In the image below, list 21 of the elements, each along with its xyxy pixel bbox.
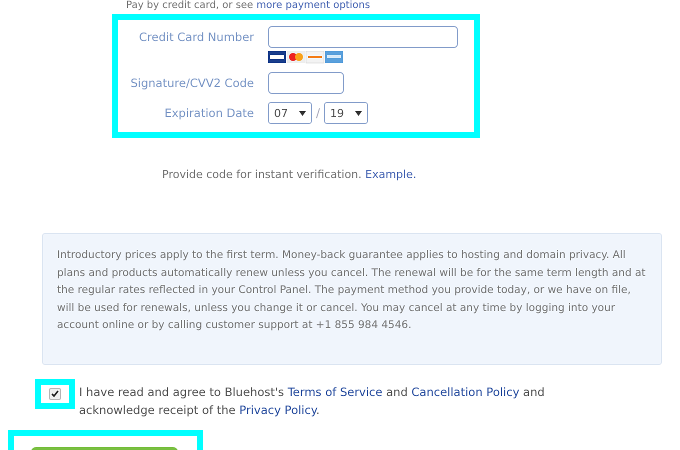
- payment-options-link[interactable]: more payment options: [256, 0, 370, 11]
- month-select[interactable]: 07: [268, 102, 312, 124]
- input-field[interactable]: [268, 72, 344, 94]
- payment-intro-text: Pay by credit card, or see more payment options: [126, 0, 372, 12]
- field-label: Signature/CVV2 Code: [129, 75, 255, 92]
- agree-checkbox[interactable]: [49, 388, 61, 400]
- dropdown-icon: [355, 110, 362, 116]
- card-logos-icon: [268, 51, 344, 64]
- date-separator: /: [316, 106, 320, 120]
- field-label: Credit Card Number: [138, 29, 255, 46]
- notice-text: Introductory prices apply to the first term. Money-back guarantee applies to hosting and domain privacy. All plans and products automatically renew unless you cancel. The renewal will be for the same term length and at the regular rates reflected in your Control Panel. The payment method you provide today, or we have on file, will be used for renewals, unless you change it or cancel. You may cancel at any time by logging into your account online or by calling customer support at +1 855 984 4546.: [57, 249, 646, 332]
- example-link[interactable]: Example.: [365, 168, 416, 181]
- policy-link[interactable]: Terms of Service: [288, 385, 382, 399]
- policy-link[interactable]: Privacy Policy: [239, 403, 316, 417]
- policy-link[interactable]: Cancellation Policy: [411, 385, 520, 399]
- year-select[interactable]: 19: [324, 102, 368, 124]
- agreement-text: I have read and agree to Bluehost's Terms of Service and Cancellation Policy and acknowledge receipt of the Privacy Policy.: [79, 384, 546, 419]
- dropdown-icon: [299, 110, 306, 116]
- field-label: Expiration Date: [163, 105, 255, 122]
- input-field[interactable]: [268, 26, 458, 48]
- verification-text: Provide code for instant verification. Example.: [162, 168, 418, 181]
